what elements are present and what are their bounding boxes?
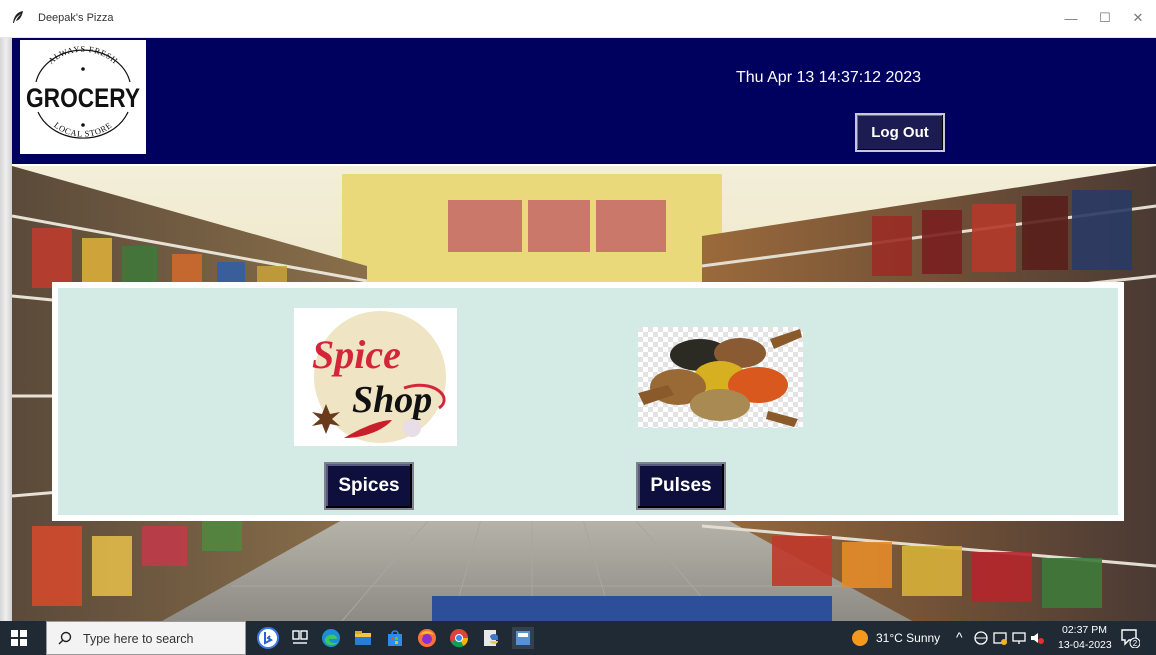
windows-start-icon[interactable] (10, 629, 28, 647)
bing-icon[interactable] (257, 627, 279, 649)
weather-text[interactable]: 31°C Sunny (876, 631, 940, 645)
app-header: ALWAYS FRESH LOCAL STORE GROCERY Thu Apr… (12, 38, 1156, 164)
taskbar-search-box[interactable]: Type here to search (46, 621, 246, 655)
network-icon[interactable] (973, 630, 989, 646)
chrome-icon[interactable] (448, 627, 470, 649)
grocery-logo: ALWAYS FRESH LOCAL STORE GROCERY (20, 40, 146, 154)
svg-text:2: 2 (1133, 639, 1138, 648)
spice-shop-graphic: Spice Shop (294, 308, 457, 446)
pulses-graphic (638, 327, 803, 428)
window-title-bar[interactable]: Deepak's Pizza — ☐ ✕ (0, 0, 1156, 38)
pulses-image[interactable] (638, 327, 803, 428)
security-icon[interactable] (992, 630, 1008, 646)
speaker-muted-icon[interactable] (1029, 630, 1045, 646)
microsoft-store-icon[interactable] (384, 627, 406, 649)
display-icon[interactable] (1011, 630, 1027, 646)
file-explorer-icon[interactable] (352, 627, 374, 649)
clock-time[interactable]: 02:37 PM (1062, 624, 1107, 636)
logout-button[interactable]: Log Out (855, 113, 945, 152)
pulses-button[interactable]: Pulses (636, 462, 726, 510)
logo-graphic: ALWAYS FRESH LOCAL STORE GROCERY (26, 44, 140, 139)
edge-browser-icon[interactable] (320, 627, 342, 649)
close-button[interactable]: ✕ (1115, 4, 1156, 32)
datetime-label: Thu Apr 13 14:37:12 2023 (736, 69, 922, 86)
spices-button[interactable]: Spices (324, 462, 414, 510)
tray-expand-icon[interactable]: ^ (956, 629, 963, 645)
windows-taskbar: Type here to search 31°C Sunny ^ 02:37 P… (0, 621, 1156, 655)
svg-text:LOCAL STORE: LOCAL STORE (52, 120, 114, 139)
category-panel: Spice Shop Spices Pulses (52, 282, 1124, 521)
firefox-icon[interactable] (416, 627, 438, 649)
search-icon (58, 631, 72, 645)
clock-date[interactable]: 13-04-2023 (1058, 639, 1112, 651)
tkinter-app-icon[interactable] (512, 627, 534, 649)
app-window: Deepak's Pizza — ☐ ✕ ALWAYS FRESH LOCAL … (0, 0, 1156, 655)
window-left-border (0, 38, 12, 621)
svg-text:Spice: Spice (312, 332, 401, 377)
sun-weather-icon[interactable] (851, 629, 869, 647)
svg-text:ALWAYS FRESH: ALWAYS FRESH (46, 44, 120, 66)
search-placeholder: Type here to search (83, 632, 194, 646)
window-title: Deepak's Pizza (38, 12, 114, 24)
python-idle-icon[interactable] (480, 627, 502, 649)
spice-shop-image[interactable]: Spice Shop (294, 308, 457, 446)
svg-text:GROCERY: GROCERY (26, 83, 140, 113)
notification-center-icon[interactable]: 2 (1120, 628, 1140, 648)
task-view-icon[interactable] (289, 627, 311, 649)
feather-icon (13, 11, 23, 23)
